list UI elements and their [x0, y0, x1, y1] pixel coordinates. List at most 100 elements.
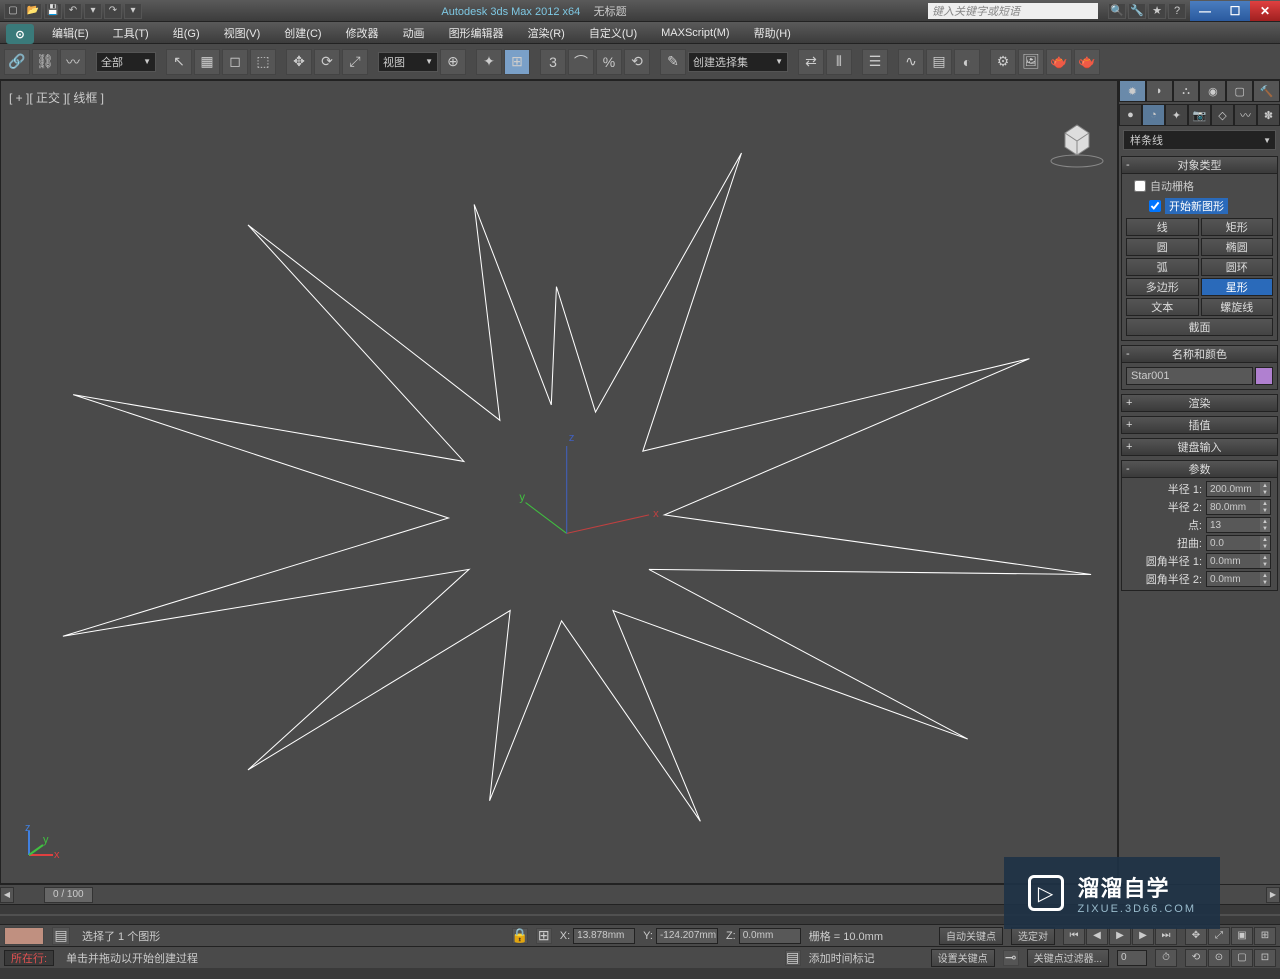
- radius1-spinner[interactable]: 200.0mm▲▼: [1206, 481, 1271, 497]
- fillet2-spinner[interactable]: 0.0mm▲▼: [1206, 571, 1271, 587]
- x-input[interactable]: 13.878mm: [573, 928, 635, 944]
- shape-helix[interactable]: 螺旋线: [1201, 298, 1274, 316]
- maximize-button[interactable]: ☐: [1220, 1, 1250, 21]
- object-name-input[interactable]: Star001: [1126, 367, 1253, 385]
- viewport[interactable]: [ + ][ 正交 ][ 线框 ] x y z: [0, 80, 1118, 884]
- subtab-lights-icon[interactable]: ✦: [1165, 104, 1188, 126]
- new-icon[interactable]: ▢: [4, 3, 22, 19]
- pivot-icon[interactable]: ⊕: [440, 49, 466, 75]
- star-icon[interactable]: ★: [1148, 3, 1166, 19]
- undo-drop-icon[interactable]: ▾: [84, 3, 102, 19]
- key-icon[interactable]: ⊸: [1003, 950, 1019, 966]
- subtab-shapes-icon[interactable]: ◔: [1142, 104, 1165, 126]
- mirror-icon[interactable]: ⇄: [798, 49, 824, 75]
- shape-text[interactable]: 文本: [1126, 298, 1199, 316]
- shape-circle[interactable]: 圆: [1126, 238, 1199, 256]
- select-window-icon[interactable]: ⬚: [250, 49, 276, 75]
- save-icon[interactable]: 💾: [44, 3, 62, 19]
- subtab-space-icon[interactable]: 〰: [1234, 104, 1257, 126]
- snap-3d-icon[interactable]: 3: [540, 49, 566, 75]
- search-box[interactable]: 键入关键字或短语: [928, 3, 1098, 19]
- nav-max-icon[interactable]: ▢: [1231, 949, 1253, 967]
- category-dropdown[interactable]: 样条线: [1123, 130, 1276, 150]
- render-prod-icon[interactable]: 🫖: [1046, 49, 1072, 75]
- ref-coord-dropdown[interactable]: 视图: [378, 52, 438, 72]
- time-config-icon[interactable]: ⏱: [1155, 949, 1177, 967]
- tab-hierarchy-icon[interactable]: ⛬: [1173, 80, 1200, 102]
- open-icon[interactable]: 📂: [24, 3, 42, 19]
- nav-pan-icon[interactable]: ✥: [1185, 927, 1207, 945]
- y-input[interactable]: -124.207mm: [656, 928, 718, 944]
- shape-line[interactable]: 线: [1126, 218, 1199, 236]
- select-name-icon[interactable]: ▦: [194, 49, 220, 75]
- comm-icon[interactable]: 🔧: [1128, 3, 1146, 19]
- rollout-objtype-head[interactable]: -对象类型: [1121, 156, 1278, 174]
- redo-drop-icon[interactable]: ▾: [124, 3, 142, 19]
- subtab-geometry-icon[interactable]: ●: [1119, 104, 1142, 126]
- nav-fov-icon[interactable]: ▣: [1231, 927, 1253, 945]
- subtab-systems-icon[interactable]: ✽: [1257, 104, 1280, 126]
- rollout-interp-head[interactable]: +插值: [1121, 416, 1278, 434]
- align-icon[interactable]: ⫴: [826, 49, 852, 75]
- nav-orbit-icon[interactable]: ⟲: [1185, 949, 1207, 967]
- prev-frame-icon[interactable]: ◀: [1086, 927, 1108, 945]
- menu-views[interactable]: 视图(V): [212, 22, 273, 44]
- menu-customize[interactable]: 自定义(U): [577, 22, 649, 44]
- selected-button[interactable]: 选定对: [1011, 927, 1055, 945]
- rollout-render-head[interactable]: +渲染: [1121, 394, 1278, 412]
- help-icon[interactable]: ?: [1168, 3, 1186, 19]
- goto-end-icon[interactable]: ⏭: [1155, 927, 1177, 945]
- menu-create[interactable]: 创建(C): [272, 22, 333, 44]
- spinner-snap-icon[interactable]: ⟲: [624, 49, 650, 75]
- setkey-button[interactable]: 设置关键点: [931, 949, 995, 967]
- slider-left-icon[interactable]: ◀: [0, 887, 14, 903]
- play-icon[interactable]: ▶: [1109, 927, 1131, 945]
- bind-icon[interactable]: 〰: [60, 49, 86, 75]
- menu-animation[interactable]: 动画: [391, 22, 437, 44]
- render-frame-icon[interactable]: 🖼: [1018, 49, 1044, 75]
- keyfilter-button[interactable]: 关键点过滤器...: [1027, 949, 1109, 967]
- menu-help[interactable]: 帮助(H): [742, 22, 803, 44]
- shape-donut[interactable]: 圆环: [1201, 258, 1274, 276]
- startnew-check[interactable]: 开始新图形: [1124, 196, 1275, 216]
- link-icon[interactable]: 🔗: [4, 49, 30, 75]
- shape-section[interactable]: 截面: [1126, 318, 1273, 336]
- tab-motion-icon[interactable]: ◉: [1199, 80, 1226, 102]
- manip-icon[interactable]: ✦: [476, 49, 502, 75]
- timetag-icon[interactable]: ▤: [785, 950, 801, 966]
- unlink-icon[interactable]: ⛓: [32, 49, 58, 75]
- tab-display-icon[interactable]: ▢: [1226, 80, 1253, 102]
- schematic-icon[interactable]: ▤: [926, 49, 952, 75]
- layers-icon[interactable]: ☰: [862, 49, 888, 75]
- rotate-icon[interactable]: ⟳: [314, 49, 340, 75]
- current-frame-input[interactable]: 0: [1117, 950, 1147, 966]
- close-button[interactable]: ✕: [1250, 1, 1280, 21]
- nav-zoom-icon[interactable]: ⤢: [1208, 927, 1230, 945]
- menu-maxscript[interactable]: MAXScript(M): [649, 22, 741, 44]
- lock-icon[interactable]: 🔒: [512, 928, 528, 944]
- goto-start-icon[interactable]: ⏮: [1063, 927, 1085, 945]
- rollout-keyboard-head[interactable]: +键盘输入: [1121, 438, 1278, 456]
- coord-toggle-icon[interactable]: ⊞: [536, 928, 552, 944]
- menu-graph[interactable]: 图形编辑器: [437, 22, 516, 44]
- autogrid-check[interactable]: 自动栅格: [1124, 176, 1275, 196]
- select-rect-icon[interactable]: ◻: [222, 49, 248, 75]
- distortion-spinner[interactable]: 0.0▲▼: [1206, 535, 1271, 551]
- angle-snap-icon[interactable]: ⌒: [568, 49, 594, 75]
- move-icon[interactable]: ✥: [286, 49, 312, 75]
- shape-star[interactable]: 星形: [1201, 278, 1274, 296]
- nav-zoomall-icon[interactable]: ⊞: [1254, 927, 1276, 945]
- listener-icon[interactable]: ▤: [52, 927, 70, 945]
- redo-icon[interactable]: ↷: [104, 3, 122, 19]
- time-slider-thumb[interactable]: 0 / 100: [44, 887, 93, 903]
- nav-region-icon[interactable]: ⊡: [1254, 949, 1276, 967]
- render-iter-icon[interactable]: 🫖: [1074, 49, 1100, 75]
- select-icon[interactable]: ↖: [166, 49, 192, 75]
- menu-modifiers[interactable]: 修改器: [334, 22, 391, 44]
- slider-right-icon[interactable]: ▶: [1266, 887, 1280, 903]
- shape-arc[interactable]: 弧: [1126, 258, 1199, 276]
- menu-rendering[interactable]: 渲染(R): [516, 22, 577, 44]
- points-spinner[interactable]: 13▲▼: [1206, 517, 1271, 533]
- fillet1-spinner[interactable]: 0.0mm▲▼: [1206, 553, 1271, 569]
- shape-ngon[interactable]: 多边形: [1126, 278, 1199, 296]
